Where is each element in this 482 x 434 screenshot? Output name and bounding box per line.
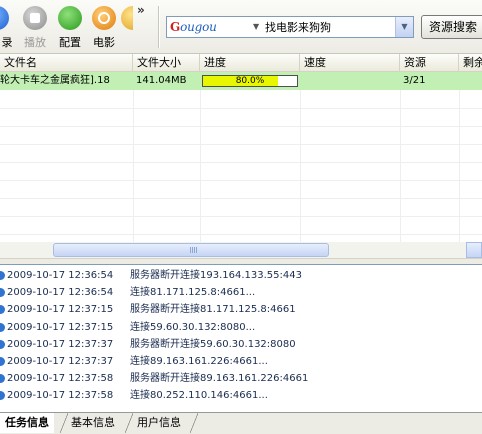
log-timestamp: 2009-10-17 12:37:58 xyxy=(7,373,114,385)
info-icon xyxy=(0,305,5,315)
info-icon xyxy=(0,288,5,298)
play-label: 播放 xyxy=(24,36,46,49)
config-button[interactable]: 配置 xyxy=(53,3,87,51)
column-header-sources[interactable]: 资源 xyxy=(400,54,459,71)
task-list: 文件名 文件大小 进度 速度 资源 剩余 轮大卡车之金属疯狂].18 141.0… xyxy=(0,54,482,242)
file-size-cell: 141.04MB xyxy=(136,75,187,86)
grid-line xyxy=(0,108,482,109)
info-icon xyxy=(0,271,5,280)
log-message: 服务器断开连接81.171.125.8:4661 xyxy=(130,304,296,316)
info-icon xyxy=(0,322,5,332)
grid-line xyxy=(0,144,482,145)
log-message: 服务器断开连接89.163.161.226:4661 xyxy=(130,373,309,385)
grid-line xyxy=(300,90,301,242)
log-timestamp: 2009-10-17 12:36:54 xyxy=(7,287,114,299)
horizontal-scrollbar[interactable] xyxy=(0,242,482,258)
log-message: 连接89.163.161.226:4661... xyxy=(130,356,268,367)
config-label: 配置 xyxy=(59,36,81,49)
toolbar-separator xyxy=(158,6,160,48)
scroll-right-button[interactable] xyxy=(466,242,482,258)
scrollbar-thumb[interactable] xyxy=(53,243,329,257)
column-header-size[interactable]: 文件大小 xyxy=(133,54,200,71)
log-message: 服务器断开连接59.60.30.132:8080 xyxy=(130,338,296,350)
column-header-progress[interactable]: 进度 xyxy=(200,54,300,71)
gear-icon xyxy=(58,6,82,30)
log-timestamp: 2009-10-17 12:37:37 xyxy=(7,338,114,350)
remaining-cell xyxy=(459,72,482,90)
partial-icon xyxy=(121,6,133,30)
grid-line xyxy=(0,126,482,127)
grid-line xyxy=(133,90,134,242)
engine-dropdown-icon[interactable]: ▼ xyxy=(253,22,259,31)
grid-line xyxy=(200,90,201,242)
info-icon xyxy=(0,357,5,366)
grid-line xyxy=(0,216,482,217)
movie-button[interactable]: 电影 xyxy=(87,3,121,51)
search-input[interactable] xyxy=(265,19,391,35)
grid-line xyxy=(0,198,482,199)
log-timestamp: 2009-10-17 12:37:15 xyxy=(7,304,114,316)
log-message: 连接81.171.125.8:4661... xyxy=(130,287,256,299)
column-header-speed[interactable]: 速度 xyxy=(300,54,400,71)
list-header: 文件名 文件大小 进度 速度 资源 剩余 xyxy=(0,54,482,72)
movie-label: 电影 xyxy=(93,36,115,49)
logo-text: ougou xyxy=(180,20,217,34)
log-timestamp: 2009-10-17 12:37:37 xyxy=(7,356,114,367)
play-icon xyxy=(23,6,47,30)
log-message: 服务器断开连接193.164.133.55:443 xyxy=(130,270,302,281)
chevron-down-icon[interactable]: ▼ xyxy=(395,17,413,37)
toolbar-overflow-chevron[interactable]: » xyxy=(137,3,145,17)
grid-line xyxy=(459,90,460,242)
log-panel: 2009-10-17 12:36:54 服务器断开连接193.164.133.55… xyxy=(0,264,482,413)
search-combo[interactable]: Gougou ▼ ▼ xyxy=(166,16,414,38)
sources-cell: 3/21 xyxy=(403,75,426,86)
tab-basic-info[interactable]: 基本信息 xyxy=(66,413,120,433)
table-row[interactable]: 轮大卡车之金属疯狂].18 141.04MB 80.0% 3/21 xyxy=(0,72,482,90)
tab-task-info[interactable]: 任务信息 xyxy=(0,413,54,433)
logo-prefix: G xyxy=(170,20,181,34)
log-timestamp: 2009-10-17 12:37:15 xyxy=(7,321,114,333)
progress-bar: 80.0% xyxy=(202,75,298,87)
tab-divider xyxy=(190,413,198,433)
column-header-name[interactable]: 文件名 xyxy=(0,54,133,71)
toolbar-button-partial[interactable]: 录 xyxy=(0,3,14,51)
grid-line xyxy=(0,180,482,181)
bottom-tab-bar: 任务信息 基本信息 用户信息 xyxy=(0,412,482,434)
grid-line xyxy=(0,162,482,163)
log-timestamp: 2009-10-17 12:37:58 xyxy=(7,390,114,402)
log-message: 连接80.252.110.146:4661... xyxy=(130,390,268,402)
info-icon xyxy=(0,339,5,349)
file-name-cell: 轮大卡车之金属疯狂].18 xyxy=(0,75,110,86)
speed-cell xyxy=(300,72,400,90)
tab-user-info[interactable]: 用户信息 xyxy=(132,413,186,433)
search-engine-logo[interactable]: Gougou xyxy=(170,20,217,34)
scrollbar-grip-icon xyxy=(190,247,198,253)
toolbar-button-cut[interactable] xyxy=(121,3,133,51)
resource-search-button[interactable]: 资源搜索 xyxy=(421,15,482,39)
column-header-remaining[interactable]: 剩余 xyxy=(459,54,482,71)
toolbar-label: 录 xyxy=(1,36,13,49)
grid-line xyxy=(0,234,482,235)
play-button[interactable]: 播放 xyxy=(18,3,52,51)
toolbar: 录 播放 配置 电影 » Gougou ▼ ▼ 资源搜索 xyxy=(0,0,482,54)
info-icon xyxy=(0,374,5,384)
log-message: 连接59.60.30.132:8080... xyxy=(130,321,256,333)
progress-text: 80.0% xyxy=(235,76,265,86)
partial-icon xyxy=(0,6,9,30)
movie-icon xyxy=(92,6,116,30)
info-icon xyxy=(0,391,5,401)
grid-line xyxy=(400,90,401,242)
log-timestamp: 2009-10-17 12:36:54 xyxy=(7,270,114,281)
